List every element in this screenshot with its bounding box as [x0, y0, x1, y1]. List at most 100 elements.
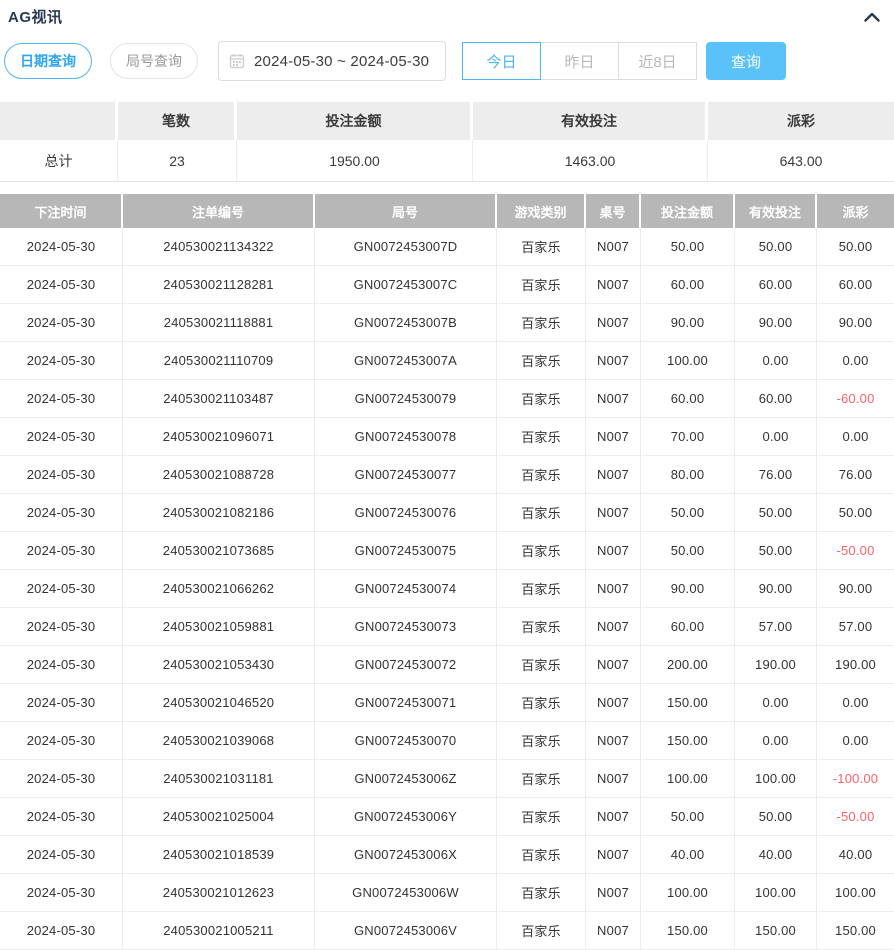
cell-bet-id: 240530021096071 [123, 418, 315, 455]
cell-bet-id: 240530021128281 [123, 266, 315, 303]
cell-round-id: GN0072453007A [315, 342, 497, 379]
table-row: 2024-05-30240530021118881GN0072453007B百家… [0, 304, 894, 342]
round-query-tab[interactable]: 局号查询 [110, 43, 198, 79]
date-range-picker[interactable]: 2024-05-30 ~ 2024-05-30 [218, 41, 446, 81]
yesterday-button[interactable]: 昨日 [540, 42, 619, 80]
cell-bet-id: 240530021118881 [123, 304, 315, 341]
cell-bet-amount: 150.00 [641, 684, 735, 721]
cell-table-no: N007 [586, 912, 641, 949]
cell-bet-amount: 90.00 [641, 304, 735, 341]
cell-bet-id: 240530021059881 [123, 608, 315, 645]
cell-valid-bet: 40.00 [735, 836, 817, 873]
cell-bet-amount: 50.00 [641, 532, 735, 569]
table-row: 2024-05-30240530021103487GN00724530079百家… [0, 380, 894, 418]
cell-table-no: N007 [586, 456, 641, 493]
cell-round-id: GN00724530074 [315, 570, 497, 607]
search-button[interactable]: 查询 [706, 42, 786, 80]
cell-payout: 76.00 [817, 456, 894, 493]
cell-payout: -50.00 [817, 798, 894, 835]
round-query-label: 局号查询 [126, 51, 182, 71]
cell-payout: 90.00 [817, 570, 894, 607]
cell-round-id: GN00724530071 [315, 684, 497, 721]
cell-round-id: GN00724530070 [315, 722, 497, 759]
table-row: 2024-05-30240530021039068GN00724530070百家… [0, 722, 894, 760]
summary-header-bet-amount: 投注金额 [237, 102, 473, 140]
calendar-icon [229, 53, 245, 69]
cell-valid-bet: 60.00 [735, 380, 817, 417]
cell-bet-id: 240530021053430 [123, 646, 315, 683]
cell-valid-bet: 100.00 [735, 874, 817, 911]
cell-payout: 0.00 [817, 342, 894, 379]
cell-payout: 190.00 [817, 646, 894, 683]
cell-bet-time: 2024-05-30 [0, 912, 123, 949]
date-query-label: 日期查询 [20, 51, 76, 71]
cell-round-id: GN0072453006V [315, 912, 497, 949]
cell-bet-amount: 50.00 [641, 494, 735, 531]
table-row: 2024-05-30240530021134322GN0072453007D百家… [0, 228, 894, 266]
date-query-tab[interactable]: 日期查询 [4, 43, 92, 79]
cell-bet-id: 240530021018539 [123, 836, 315, 873]
cell-round-id: GN0072453006W [315, 874, 497, 911]
summary-header-blank [0, 102, 118, 140]
column-header-bet-id: 注单编号 [123, 194, 315, 228]
summary-total-payout: 643.00 [708, 140, 894, 181]
table-row: 2024-05-30240530021073685GN00724530075百家… [0, 532, 894, 570]
column-header-table-no: 桌号 [586, 194, 641, 228]
last-8-days-button[interactable]: 近8日 [618, 42, 697, 80]
cell-game-type: 百家乐 [497, 760, 586, 797]
summary-total-valid-bet: 1463.00 [473, 140, 708, 181]
cell-bet-amount: 40.00 [641, 836, 735, 873]
cell-valid-bet: 90.00 [735, 570, 817, 607]
table-row: 2024-05-30240530021018539GN0072453006X百家… [0, 836, 894, 874]
filter-bar: 日期查询 局号查询 2024-05-30 ~ 2024-05-30 今日 昨日 … [4, 41, 894, 81]
cell-bet-id: 240530021031181 [123, 760, 315, 797]
cell-bet-id: 240530021082186 [123, 494, 315, 531]
section-header: AG视讯 [0, 0, 894, 26]
table-row: 2024-05-30240530021005211GN0072453006V百家… [0, 912, 894, 950]
cell-valid-bet: 0.00 [735, 342, 817, 379]
cell-round-id: GN0072453006Y [315, 798, 497, 835]
cell-bet-amount: 70.00 [641, 418, 735, 455]
cell-payout: 150.00 [817, 912, 894, 949]
summary-total-count: 23 [118, 140, 237, 181]
cell-game-type: 百家乐 [497, 418, 586, 455]
cell-bet-id: 240530021005211 [123, 912, 315, 949]
cell-payout: 50.00 [817, 228, 894, 265]
cell-game-type: 百家乐 [497, 722, 586, 759]
cell-payout: 57.00 [817, 608, 894, 645]
date-range-value: 2024-05-30 ~ 2024-05-30 [254, 53, 429, 70]
summary-table: 笔数 投注金额 有效投注 派彩 总计 23 1950.00 1463.00 64… [0, 102, 894, 182]
table-row: 2024-05-30240530021025004GN0072453006Y百家… [0, 798, 894, 836]
column-header-valid-bet: 有效投注 [735, 194, 817, 228]
cell-bet-time: 2024-05-30 [0, 418, 123, 455]
cell-valid-bet: 100.00 [735, 760, 817, 797]
cell-valid-bet: 150.00 [735, 912, 817, 949]
cell-bet-time: 2024-05-30 [0, 494, 123, 531]
today-button[interactable]: 今日 [462, 42, 541, 80]
summary-total-bet-amount: 1950.00 [237, 140, 473, 181]
cell-game-type: 百家乐 [497, 608, 586, 645]
cell-round-id: GN0072453007B [315, 304, 497, 341]
cell-bet-id: 240530021134322 [123, 228, 315, 265]
cell-round-id: GN00724530072 [315, 646, 497, 683]
cell-round-id: GN00724530073 [315, 608, 497, 645]
cell-bet-amount: 50.00 [641, 798, 735, 835]
cell-bet-amount: 60.00 [641, 266, 735, 303]
cell-valid-bet: 190.00 [735, 646, 817, 683]
summary-total-row: 总计 23 1950.00 1463.00 643.00 [0, 140, 894, 182]
table-row: 2024-05-30240530021053430GN00724530072百家… [0, 646, 894, 684]
cell-table-no: N007 [586, 228, 641, 265]
cell-valid-bet: 50.00 [735, 228, 817, 265]
cell-valid-bet: 57.00 [735, 608, 817, 645]
table-row: 2024-05-30240530021088728GN00724530077百家… [0, 456, 894, 494]
cell-table-no: N007 [586, 570, 641, 607]
cell-valid-bet: 0.00 [735, 684, 817, 721]
summary-total-label: 总计 [0, 140, 118, 181]
cell-bet-time: 2024-05-30 [0, 304, 123, 341]
cell-table-no: N007 [586, 760, 641, 797]
cell-bet-time: 2024-05-30 [0, 760, 123, 797]
collapse-section-button[interactable] [862, 9, 882, 25]
cell-bet-amount: 60.00 [641, 608, 735, 645]
cell-round-id: GN0072453006Z [315, 760, 497, 797]
cell-bet-time: 2024-05-30 [0, 874, 123, 911]
